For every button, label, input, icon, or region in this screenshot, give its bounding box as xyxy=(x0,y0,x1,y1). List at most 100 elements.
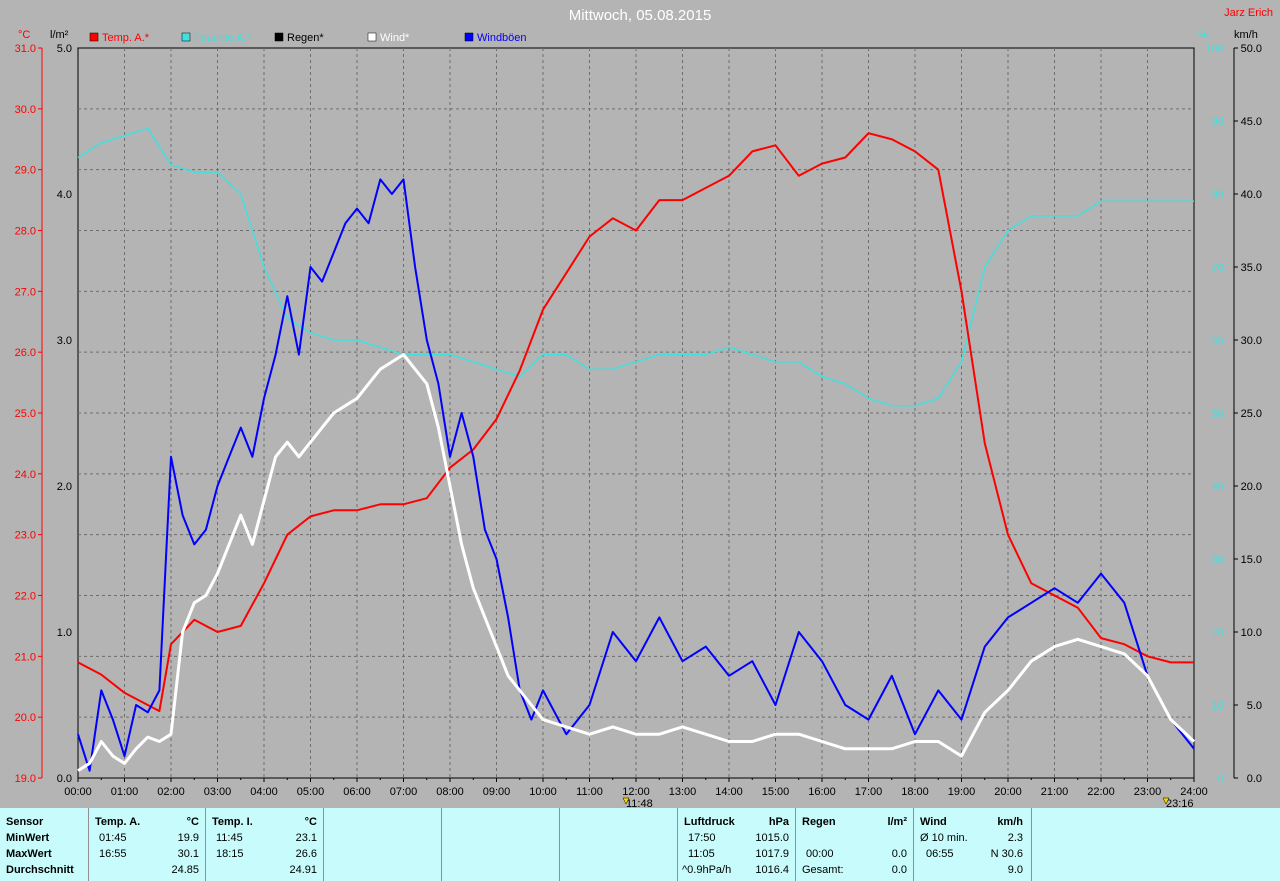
temp-tick-label: 21.0 xyxy=(15,651,36,663)
legend-gusts-swatch xyxy=(464,32,474,42)
humidity-tick-label: 100 xyxy=(1206,43,1224,55)
rain-max: 0.0 xyxy=(891,848,907,860)
pressure-header: Luftdruck xyxy=(684,816,735,828)
stats-panel: Sensor MinWert MaxWert Durchschnitt Temp… xyxy=(0,808,1280,881)
legend-temp-label: Temp. A.* xyxy=(102,32,150,44)
temp-tick-label: 27.0 xyxy=(15,286,36,298)
x-tick-label: 15:00 xyxy=(762,786,790,798)
wind-tick-label: 15.0 xyxy=(1241,554,1262,566)
temp-tick-label: 23.0 xyxy=(15,530,36,542)
legend-temp-swatch xyxy=(89,32,99,42)
temp-tick-label: 24.0 xyxy=(15,469,36,481)
temp-a-max-time: 16:55 xyxy=(99,848,127,860)
wind-tick-label: 45.0 xyxy=(1241,116,1262,128)
x-tick-label: 20:00 xyxy=(994,786,1022,798)
x-tick-label: 10:00 xyxy=(529,786,557,798)
rain-tick-label: 0.0 xyxy=(57,773,72,785)
x-tick-label: 06:00 xyxy=(343,786,371,798)
x-tick-label: 09:00 xyxy=(483,786,511,798)
wind-header: Wind xyxy=(920,816,947,828)
temp-a-header: Temp. A. xyxy=(95,816,141,828)
x-tick-label: 04:00 xyxy=(250,786,278,798)
temp-i-max: 26.6 xyxy=(295,848,317,860)
x-tick-label: 14:00 xyxy=(715,786,743,798)
rain-tick-label: 5.0 xyxy=(57,43,72,55)
temp-tick-label: 26.0 xyxy=(15,347,36,359)
stats-rain-column: Regen l/m² 00:00 0.0 Gesamt: 0.0 xyxy=(796,808,914,881)
humidity-tick-label: 40 xyxy=(1212,481,1224,493)
temp-tick-label: 31.0 xyxy=(15,43,36,55)
x-tick-label: 18:00 xyxy=(901,786,929,798)
row-label-avg: Durchschnitt xyxy=(6,864,74,876)
temp-a-min-time: 01:45 xyxy=(99,832,127,844)
wind-max-time: 06:55 xyxy=(926,848,954,860)
rain-total: 0.0 xyxy=(891,864,907,876)
pressure-max: 1017.9 xyxy=(755,848,789,860)
rain-max-time: 00:00 xyxy=(806,848,834,860)
temp-a-avg: 24.85 xyxy=(171,864,199,876)
legend-wind-swatch xyxy=(367,32,377,42)
legend-rain-label: Regen* xyxy=(287,32,324,44)
wind-unit-label: km/h xyxy=(1234,29,1258,41)
temp-i-unit: °C xyxy=(304,816,317,828)
row-label-min: MinWert xyxy=(6,832,50,844)
pressure-unit: hPa xyxy=(768,816,789,828)
temp-unit-label: °C xyxy=(18,29,30,41)
wind-tick-label: 30.0 xyxy=(1241,335,1262,347)
wind-tick-label: 20.0 xyxy=(1241,481,1262,493)
rain-tick-label: 3.0 xyxy=(57,335,72,347)
humidity-unit-label: % xyxy=(1198,29,1208,41)
x-tick-label: 00:00 xyxy=(64,786,92,798)
wind-tick-label: 35.0 xyxy=(1241,262,1262,274)
wind-tick-label: 40.0 xyxy=(1241,189,1262,201)
temp-tick-label: 19.0 xyxy=(15,773,36,785)
temp-i-max-time: 18:15 xyxy=(216,848,244,860)
x-tick-label: 17:00 xyxy=(855,786,883,798)
humidity-tick-label: 50 xyxy=(1212,408,1224,420)
x-tick-label: 03:00 xyxy=(204,786,232,798)
x-tick-label: 24:00 xyxy=(1180,786,1208,798)
humidity-tick-label: 70 xyxy=(1212,262,1224,274)
stats-pressure-column: Luftdruck hPa 17:50 1015.0 11:05 1017.9 … xyxy=(678,808,796,881)
chart-axes: 00:00 01:00 02:00 03:00 04:00 05:00 06:00 07:00… xyxy=(15,43,1262,798)
pressure-max-time: 11:05 xyxy=(688,848,715,860)
chart-legend: Temp. A.* Feuchte A.* Regen* Wind* Windböen xyxy=(89,32,527,44)
x-tick-label: 07:00 xyxy=(390,786,418,798)
sun-markers: 11:48 23:16 xyxy=(622,797,1194,808)
x-tick-label: 16:00 xyxy=(808,786,836,798)
wind-max: N 30.6 xyxy=(990,848,1023,860)
stats-sensor-column: Sensor MinWert MaxWert Durchschnitt xyxy=(0,808,89,881)
temp-tick-label: 25.0 xyxy=(15,408,36,420)
x-tick-label: 12:00 xyxy=(622,786,650,798)
temp-a-min: 19.9 xyxy=(177,832,199,844)
x-tick-label: 08:00 xyxy=(436,786,464,798)
x-tick-label: 21:00 xyxy=(1041,786,1069,798)
stats-empty-column-3 xyxy=(560,808,678,881)
temp-a-max: 30.1 xyxy=(177,848,199,860)
legend-humidity-label: Feuchte A.* xyxy=(194,32,252,44)
wind-tick-label: 5.0 xyxy=(1247,700,1262,712)
x-tick-label: 01:00 xyxy=(111,786,139,798)
sunset-marker-label: 23:16 xyxy=(1166,798,1194,808)
legend-rain-swatch xyxy=(274,32,284,42)
rain-tick-label: 1.0 xyxy=(57,627,72,639)
humidity-tick-label: 10 xyxy=(1212,700,1224,712)
x-tick-label: 13:00 xyxy=(669,786,697,798)
legend-wind-label: Wind* xyxy=(380,32,410,44)
temp-tick-label: 28.0 xyxy=(15,226,36,238)
rain-header: Regen xyxy=(802,816,836,828)
pressure-min: 1015.0 xyxy=(755,832,789,844)
sunrise-marker-label: 11:48 xyxy=(626,798,653,808)
chart-title: Mittwoch, 05.08.2015 xyxy=(569,7,712,24)
temp-i-header: Temp. I. xyxy=(212,816,253,828)
temp-i-avg: 24.91 xyxy=(289,864,317,876)
x-tick-label: 11:00 xyxy=(576,786,603,798)
humidity-tick-label: 20 xyxy=(1212,627,1224,639)
author-label: Jarz Erich xyxy=(1224,7,1273,19)
rain-unit: l/m² xyxy=(887,816,907,828)
x-tick-label: 05:00 xyxy=(297,786,325,798)
weather-chart: Mittwoch, 05.08.2015 Jarz Erich °C l/m² … xyxy=(15,7,1273,808)
stats-temp-a-column: Temp. A. °C 01:45 19.9 16:55 30.1 24.85 xyxy=(89,808,206,881)
humidity-tick-label: 80 xyxy=(1212,189,1224,201)
stats-wind-column: Wind km/h Ø 10 min. 2.3 06:55 N 30.6 9.0 xyxy=(914,808,1032,881)
